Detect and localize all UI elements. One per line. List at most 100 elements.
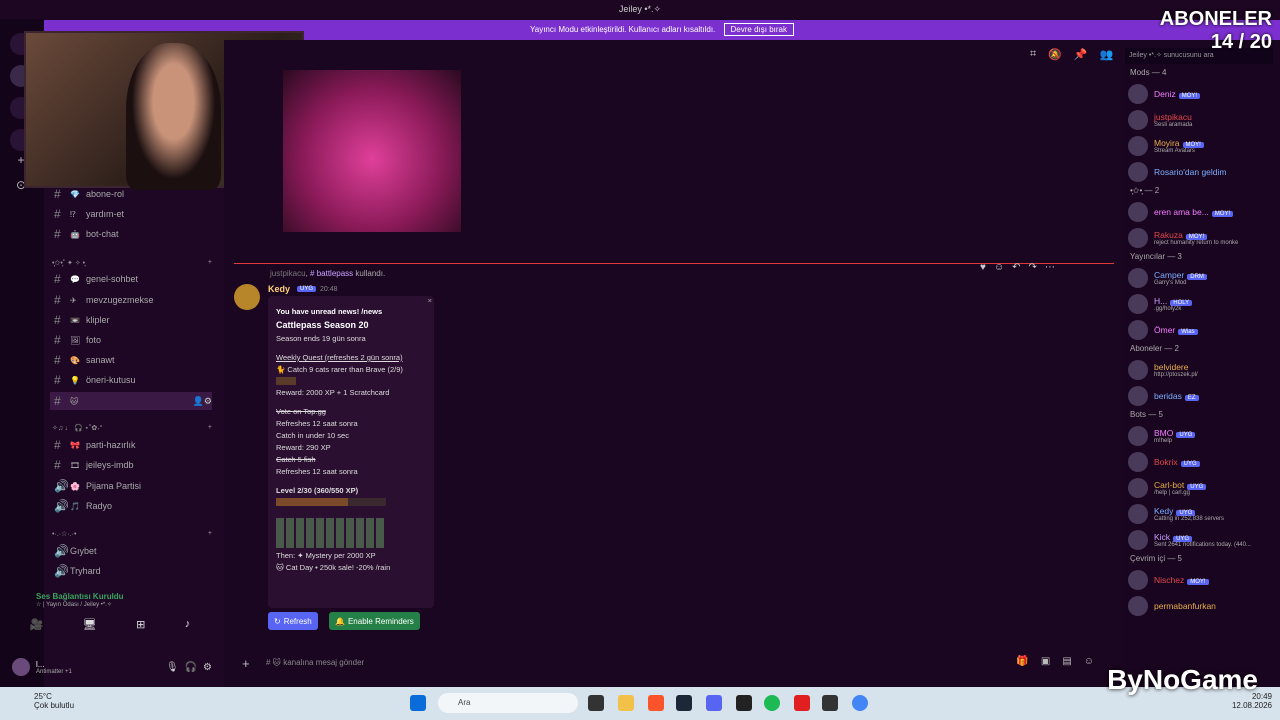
app-icon[interactable] <box>794 695 810 711</box>
taskview-icon[interactable] <box>588 695 604 711</box>
obs-icon[interactable] <box>736 695 752 711</box>
add-channel-icon[interactable]: + <box>208 259 212 267</box>
taskbar-search[interactable]: Ara <box>438 693 578 713</box>
channel-cat-selected[interactable]: # 🐱 👤⚙ <box>50 392 212 410</box>
member-item[interactable]: eren ama be... MOY! <box>1128 200 1278 224</box>
mute-icon[interactable]: 🔕 <box>1048 48 1062 61</box>
channel-genel-sohbet[interactable]: # 💬 genel-sohbet <box>54 270 224 288</box>
member-item[interactable]: Nischez MOY! <box>1128 568 1278 592</box>
member-item[interactable]: Rosario'dan geldim <box>1128 160 1278 184</box>
member-item[interactable]: beridas EZ <box>1128 384 1278 408</box>
settings-icon[interactable]: ⚙ <box>203 662 212 673</box>
member-item[interactable]: justpikacu Sesli aramada <box>1128 108 1278 132</box>
channel-emoji: 💡 <box>70 375 80 385</box>
spotify-icon[interactable] <box>764 695 780 711</box>
reply-reference[interactable]: justpikacu, # battlepass kullandı. <box>270 269 385 278</box>
channel-yardim-et[interactable]: # ⁉ yardım-et <box>54 205 224 223</box>
level-progress-fill <box>276 498 348 506</box>
disable-streamer-mode-button[interactable]: Devre dışı bırak <box>723 23 794 36</box>
refresh-button[interactable]: ↻ Refresh <box>268 612 318 630</box>
react-icon[interactable]: ☺ <box>994 262 1004 273</box>
avatar <box>1128 320 1148 340</box>
channel-foto[interactable]: # 🖼 foto <box>54 331 224 349</box>
weather-widget[interactable]: 25°C Çok bulutlu <box>34 692 74 710</box>
username: l... <box>36 659 45 669</box>
avatar[interactable] <box>234 284 260 310</box>
message-image[interactable] <box>283 70 461 232</box>
invite-icon[interactable]: 👤⚙ <box>193 396 212 407</box>
soundboard-icon[interactable]: ♪ <box>185 618 191 642</box>
more-icon[interactable]: ⋯ <box>1045 262 1055 273</box>
member-item[interactable]: permabanfurkan <box>1128 594 1278 618</box>
headset-icon[interactable]: 🎧 <box>185 662 197 673</box>
voice-channel-tryhard[interactable]: 🔊 Tryhard <box>54 562 224 580</box>
member-item[interactable]: Kick UYG Sent 2641 notifications today. (4… <box>1128 528 1278 552</box>
member-category: Çevrim içi — 5 <box>1130 554 1183 563</box>
heart-icon[interactable]: ♥ <box>980 262 986 273</box>
voice-channel-pijama[interactable]: 🔊 🌸 Pijama Partisi <box>54 477 224 495</box>
threads-icon[interactable]: ⌗ <box>1030 48 1036 61</box>
activity-icon[interactable]: ⊞ <box>136 618 145 642</box>
member-item[interactable]: Deniz MOY! <box>1128 82 1278 106</box>
channel-sanawt[interactable]: # 🎨 sanawt <box>54 351 224 369</box>
channel-jeileys-imdb[interactable]: # 🎞 jeileys-imdb <box>54 456 224 474</box>
emoji-icon[interactable]: ☺ <box>1084 656 1094 667</box>
explorer-icon[interactable] <box>618 695 634 711</box>
member-name: permabanfurkan <box>1154 601 1216 611</box>
channel-category[interactable]: •·.·☆·.·• + <box>52 530 212 538</box>
close-icon[interactable]: × <box>428 296 432 305</box>
channel-klipler[interactable]: # 📼 klipler <box>54 311 224 329</box>
screen-share-icon[interactable]: 🖥 <box>83 618 97 642</box>
member-item[interactable]: H... HOLY .gg/holy2k <box>1128 292 1278 316</box>
channel-oneri-kutusu[interactable]: # 💡 öneri-kutusu <box>54 371 224 389</box>
member-name: Ömer <box>1154 325 1176 335</box>
member-item[interactable]: BMO UYG m!help <box>1128 424 1278 448</box>
pin-icon[interactable]: 📌 <box>1074 48 1088 61</box>
channel-category[interactable]: ✧♫ ♩ 🎧 ⋆˚✿˖° + <box>52 424 212 432</box>
enable-reminders-button[interactable]: 🔔 Enable Reminders <box>329 612 420 630</box>
channel-emoji: 💎 <box>70 189 80 199</box>
gif-icon[interactable]: ▣ <box>1041 656 1050 667</box>
voice-channel-radyo[interactable]: 🔊 🎵 Radyo <box>54 497 224 515</box>
channel-mevzugezmekse[interactable]: # ✈ mevzugezmekse <box>54 291 224 309</box>
member-item[interactable]: Kedy UYG Catting in 252,838 servers <box>1128 502 1278 526</box>
member-name: Nischez <box>1154 575 1185 585</box>
member-status: reject humanity return to monke <box>1154 240 1239 246</box>
mic-icon[interactable]: 🎙 <box>166 662 179 673</box>
app-icon[interactable] <box>822 695 838 711</box>
camera-icon[interactable]: 🎥 <box>30 618 44 642</box>
avatar[interactable] <box>12 658 30 676</box>
add-channel-icon[interactable]: + <box>208 424 212 432</box>
chrome-icon[interactable] <box>852 695 868 711</box>
message-header: Kedy UYG 20:48 <box>268 284 338 294</box>
message-author[interactable]: Kedy <box>268 284 290 294</box>
steam-icon[interactable] <box>676 695 692 711</box>
forward-icon[interactable]: ↷ <box>1029 262 1037 273</box>
member-item[interactable]: Camper DRM Garry's Mod <box>1128 266 1278 290</box>
channel-parti-hazirlik[interactable]: # 🎀 parti-hazırlık <box>54 436 224 454</box>
member-item[interactable]: Carl-bot UYG/help | carl.gg <box>1128 476 1278 500</box>
gift-icon[interactable]: 🎁 <box>1016 656 1028 667</box>
member-item[interactable]: Bokrix UYG <box>1128 450 1278 474</box>
weekly-quest: Weekly Quest (refreshes 2 gün sonra) <box>276 353 403 362</box>
channel-label: genel-sohbet <box>86 274 139 284</box>
channel-bot-chat[interactable]: # 🤖 bot-chat <box>54 225 224 243</box>
subscriber-goal-overlay: ABONELER 14 / 20 <box>1160 8 1272 54</box>
message-input[interactable]: # 🐱 kanalına mesaj gönder <box>266 658 866 667</box>
discord-icon[interactable] <box>706 695 722 711</box>
windows-start-icon[interactable] <box>410 695 426 711</box>
reply-icon[interactable]: ↶ <box>1012 262 1020 273</box>
member-item[interactable]: belvidere http://ptoszek.pl/ <box>1128 358 1278 382</box>
voice-channel-giybet[interactable]: 🔊 Gıybet <box>54 542 224 560</box>
channel-category[interactable]: •̩͙✩•̩͙˚ ✦ ✧ •̩͙ + <box>52 259 212 267</box>
member-list-icon[interactable]: 👥 <box>1100 48 1114 61</box>
sticker-icon[interactable]: ▤ <box>1062 656 1071 667</box>
member-item[interactable]: Moyira MOY! Stream Avatars <box>1128 134 1278 158</box>
member-category: Yayıncılar — 3 <box>1130 252 1182 261</box>
member-item[interactable]: Ömer Wias <box>1128 318 1278 342</box>
add-channel-icon[interactable]: + <box>208 530 212 538</box>
add-attachment-icon[interactable]: + <box>242 656 250 671</box>
channel-label: mevzugezmekse <box>86 295 154 305</box>
member-item[interactable]: Rakuza MOY! reject humanity return to monk… <box>1128 226 1278 250</box>
brave-icon[interactable] <box>648 695 664 711</box>
